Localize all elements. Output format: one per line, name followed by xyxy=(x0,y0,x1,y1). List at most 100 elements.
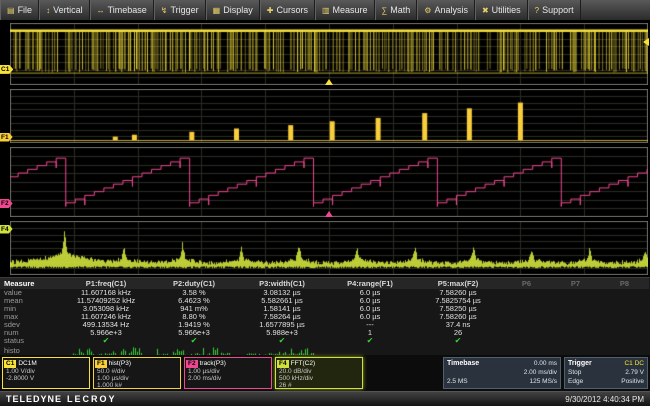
time-reference-marker[interactable] xyxy=(325,211,333,217)
menu-label: Math xyxy=(390,5,410,15)
cursors-cross-icon: ✚ xyxy=(267,6,274,15)
histicon-canvas xyxy=(67,346,145,356)
math-sigma-icon: ∑ xyxy=(382,6,388,15)
f4-waveform-canvas xyxy=(10,221,648,275)
measure-num: 5.966e+3 xyxy=(150,329,238,337)
measure-column-header[interactable]: P6 xyxy=(502,278,551,289)
measure-status-check: ✔ xyxy=(326,337,414,345)
measure-sdev xyxy=(502,321,551,329)
channel-tag: DC1M xyxy=(18,360,36,367)
menu-analysis[interactable]: ⚙Analysis xyxy=(417,0,475,20)
measure-max: 11.607246 kHz xyxy=(62,313,150,321)
measure-status-check: ✔ xyxy=(238,337,326,345)
analysis-gear-icon: ⚙ xyxy=(424,6,431,15)
trigger-level: 2.79 V xyxy=(625,368,644,377)
measure-sdev: 1.9419 % xyxy=(150,321,238,329)
measure-num: 26 xyxy=(414,329,502,337)
measure-max xyxy=(600,313,649,321)
acquisition-panels: Timebase 0.00 ms 2.00 ms/div 2.5 MS 125 … xyxy=(443,357,648,389)
measure-status-check xyxy=(600,337,649,345)
measure-column-header[interactable]: P5:max(F2) xyxy=(414,278,502,289)
menu-bar: ▤File↕Vertical↔Timebase↯Trigger▦Display✚… xyxy=(0,0,650,21)
measure-mean xyxy=(502,297,551,305)
trigger-type: Edge xyxy=(568,377,583,386)
measure-sdev: 1.6577895 µs xyxy=(238,321,326,329)
utilities-tools-icon: ✖ xyxy=(482,6,489,15)
menu-measure[interactable]: ▥Measure xyxy=(315,0,375,20)
measure-num: 5.966e+3 xyxy=(62,329,150,337)
menu-utilities[interactable]: ✖Utilities xyxy=(475,0,528,20)
measure-column-header[interactable]: P8 xyxy=(600,278,649,289)
measure-min: 6.0 µs xyxy=(326,305,414,313)
measure-min: 3.053098 kHz xyxy=(62,305,150,313)
measure-row-label: num xyxy=(0,329,62,337)
descriptor-f2[interactable]: F2track(P3)1.00 µs/div2.00 ms/div xyxy=(184,357,272,389)
descriptor-line: -2.8000 V xyxy=(3,375,89,382)
measure-mean xyxy=(600,297,649,305)
grid-f1[interactable] xyxy=(10,89,648,143)
grid-f2[interactable] xyxy=(10,147,648,217)
timebase-rate: 125 MS/s xyxy=(530,377,557,386)
measure-column-header[interactable]: P4:range(F1) xyxy=(326,278,414,289)
measure-value xyxy=(502,289,551,297)
measure-row-label: max xyxy=(0,313,62,321)
datetime: 9/30/2012 4:40:34 PM xyxy=(565,395,644,404)
descriptor-line: 26 # xyxy=(276,382,362,389)
descriptor-line: 50.0 #/div xyxy=(94,368,180,375)
timebase-panel[interactable]: Timebase 0.00 ms 2.00 ms/div 2.5 MS 125 … xyxy=(443,357,561,389)
menu-label: File xyxy=(18,5,33,15)
measure-table-icon: ▥ xyxy=(322,6,330,15)
menu-cursors[interactable]: ✚Cursors xyxy=(260,0,315,20)
measure-sdev: --- xyxy=(326,321,414,329)
measure-num xyxy=(600,329,649,337)
menu-support[interactable]: ?Support xyxy=(528,0,581,20)
measure-status-check xyxy=(502,337,551,345)
grid-c1[interactable] xyxy=(10,23,648,85)
descriptor-boxes: C1DC1M1.00 V/div-2.8000 VF1hist(P3)50.0 … xyxy=(2,357,363,389)
menu-label: Utilities xyxy=(492,5,521,15)
measure-sdev xyxy=(551,321,600,329)
trigger-level-marker[interactable] xyxy=(643,38,649,46)
time-reference-marker[interactable] xyxy=(325,79,333,85)
menu-timebase[interactable]: ↔Timebase xyxy=(90,0,154,20)
measure-column-header[interactable]: P3:width(C1) xyxy=(238,278,326,289)
measure-value: 6.0 µs xyxy=(326,289,414,297)
timebase-offset: 0.00 ms xyxy=(534,359,557,368)
vertical-arrows-icon: ↕ xyxy=(46,6,50,15)
grid-f4[interactable] xyxy=(10,221,648,275)
measure-row-label: min xyxy=(0,305,62,313)
measure-row-label: sdev xyxy=(0,321,62,329)
menu-vertical[interactable]: ↕Vertical xyxy=(39,0,90,20)
measure-sdev: 499.13534 Hz xyxy=(62,321,150,329)
measure-status-check xyxy=(551,337,600,345)
descriptor-f1[interactable]: F1hist(P3)50.0 #/div1.00 µs/div1.000 k# xyxy=(93,357,181,389)
descriptor-line: 500 kHz/div xyxy=(276,375,362,382)
menu-label: Measure xyxy=(333,5,368,15)
measure-column-header[interactable]: P2:duty(C1) xyxy=(150,278,238,289)
trigger-slope: Positive xyxy=(621,377,644,386)
descriptor-f4[interactable]: F4FFT(C2)20.0 dB/div500 kHz/div26 # xyxy=(275,357,363,389)
measure-num xyxy=(551,329,600,337)
channel-tag: hist(P3) xyxy=(109,360,131,367)
histicon-canvas xyxy=(243,346,321,356)
menu-label: Display xyxy=(223,5,253,15)
measure-column-header[interactable]: P1:freq(C1) xyxy=(62,278,150,289)
menu-math[interactable]: ∑Math xyxy=(375,0,418,20)
menu-label: Timebase xyxy=(108,5,147,15)
descriptor-line: 2.00 ms/div xyxy=(185,375,271,382)
measure-table: MeasureP1:freq(C1)P2:duty(C1)P3:width(C1… xyxy=(0,277,650,355)
measure-mean: 5.582661 µs xyxy=(238,297,326,305)
descriptor-c1[interactable]: C1DC1M1.00 V/div-2.8000 V xyxy=(2,357,90,389)
measure-row-label: value xyxy=(0,289,62,297)
measure-max: 6.0 µs xyxy=(326,313,414,321)
trigger-panel[interactable]: Trigger C1 DC Stop 2.79 V Edge Positive xyxy=(564,357,648,389)
measure-column-header[interactable]: P7 xyxy=(551,278,600,289)
measure-row-label: status xyxy=(0,337,62,345)
menu-file[interactable]: ▤File xyxy=(0,0,39,20)
menu-trigger[interactable]: ↯Trigger xyxy=(154,0,206,20)
measure-min xyxy=(551,305,600,313)
measure-value: 3.08132 µs xyxy=(238,289,326,297)
folder-icon: ▤ xyxy=(7,6,15,15)
menu-display[interactable]: ▦Display xyxy=(206,0,260,20)
brand-teledyne: TELEDYNE xyxy=(6,394,62,404)
